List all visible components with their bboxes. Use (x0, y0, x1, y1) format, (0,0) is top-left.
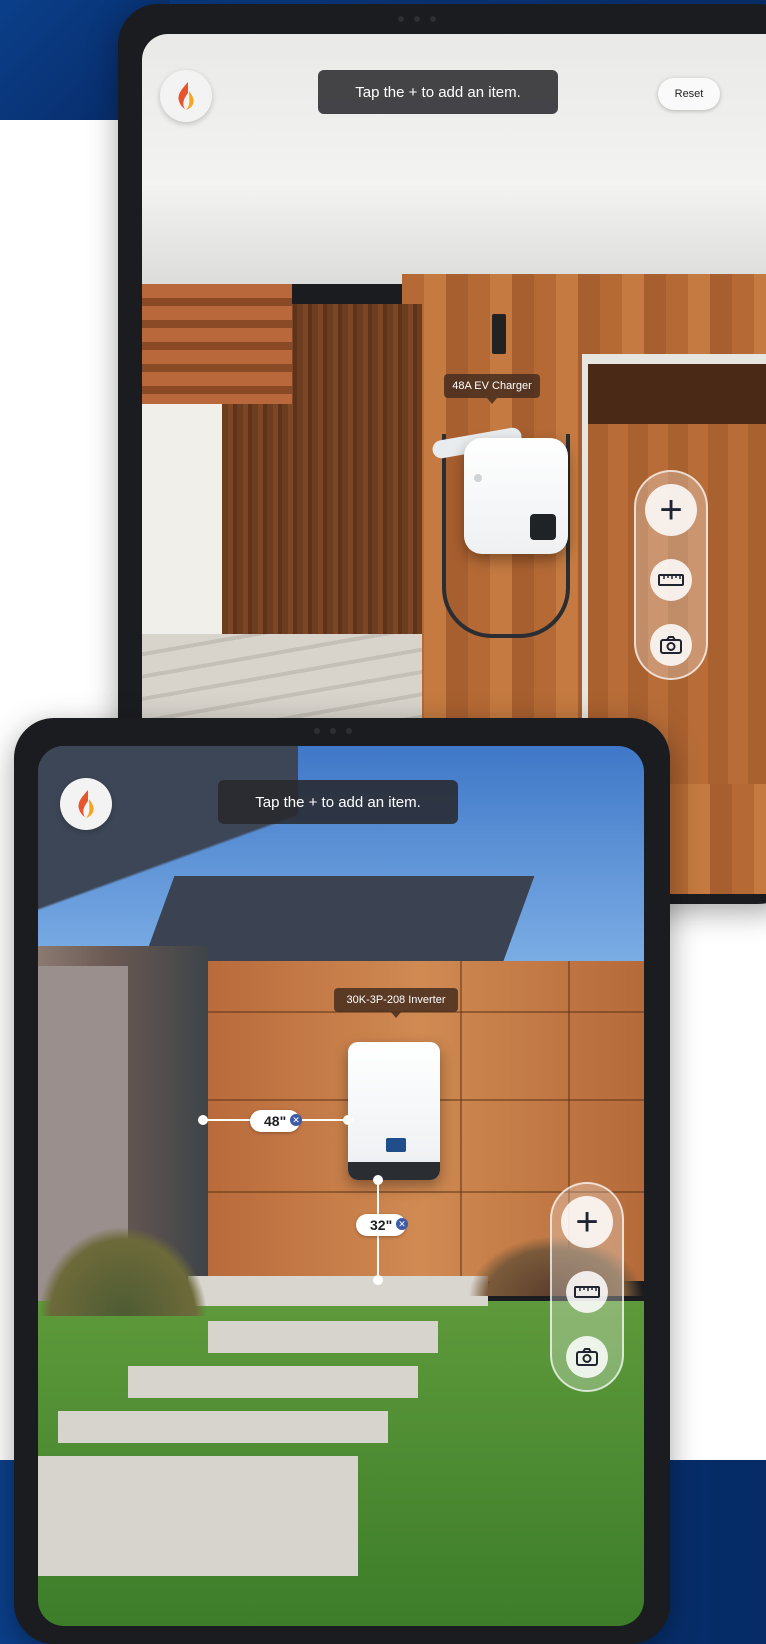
camera-button[interactable] (650, 624, 692, 667)
inverter-base (348, 1162, 440, 1180)
plus-icon: + (575, 1199, 599, 1244)
placed-item-label[interactable]: 30K-3P-208 Inverter (334, 988, 458, 1018)
remove-measure-icon[interactable]: ✕ (290, 1114, 302, 1126)
scene-left-wall (142, 404, 222, 634)
scene-beams (142, 284, 292, 404)
charger-panel (530, 514, 556, 540)
scene-stepping-stone (58, 1411, 388, 1443)
scene-shrubs (38, 1226, 208, 1316)
add-item-button[interactable]: + (645, 483, 697, 536)
plus-icon: + (659, 487, 683, 532)
inverter-display (386, 1138, 406, 1152)
camera-button[interactable] (566, 1336, 608, 1379)
scene-stepping-stone (128, 1366, 418, 1398)
scene-garage-shadow (588, 364, 766, 424)
placed-item-label[interactable]: 48A EV Charger (444, 374, 540, 404)
flame-logo-icon (178, 82, 194, 110)
charger-led (474, 474, 482, 482)
ruler-icon (574, 1285, 600, 1298)
inverter-model[interactable] (348, 1042, 440, 1180)
measure-button[interactable] (650, 558, 692, 601)
app-logo-button[interactable] (160, 70, 212, 122)
camera-dots (398, 16, 436, 22)
ev-charger-model[interactable] (464, 438, 568, 554)
camera-icon (660, 636, 682, 655)
flame-logo-icon (78, 790, 94, 818)
ar-toolbar: + (550, 1182, 624, 1392)
camera-icon (576, 1348, 598, 1367)
measure-endpoint[interactable] (373, 1175, 383, 1185)
scene-path (188, 1276, 488, 1306)
tablet-bottom: 30K-3P-208 Inverter 48" ✕ 32" ✕ Tap the … (14, 718, 670, 1644)
measure-endpoint[interactable] (373, 1275, 383, 1285)
camera-dots (314, 728, 352, 734)
measure-endpoint[interactable] (343, 1115, 353, 1125)
scene-lamp (492, 314, 506, 354)
scene-stepping-stone (208, 1321, 438, 1353)
remove-measure-icon[interactable]: ✕ (396, 1218, 408, 1230)
instruction-toast: Tap the + to add an item. (218, 780, 458, 824)
measure-button[interactable] (566, 1270, 608, 1313)
ar-view-inverter[interactable]: 30K-3P-208 Inverter 48" ✕ 32" ✕ Tap the … (38, 746, 644, 1626)
reset-button[interactable]: Reset (658, 78, 720, 110)
add-item-button[interactable]: + (561, 1195, 613, 1248)
measure-endpoint[interactable] (198, 1115, 208, 1125)
ar-toolbar: + (634, 470, 708, 680)
scene-stepping-stone (38, 1456, 358, 1576)
instruction-toast: Tap the + to add an item. (318, 70, 558, 114)
ruler-icon (658, 573, 684, 586)
app-logo-button[interactable] (60, 778, 112, 830)
scene-overhang (38, 746, 298, 946)
